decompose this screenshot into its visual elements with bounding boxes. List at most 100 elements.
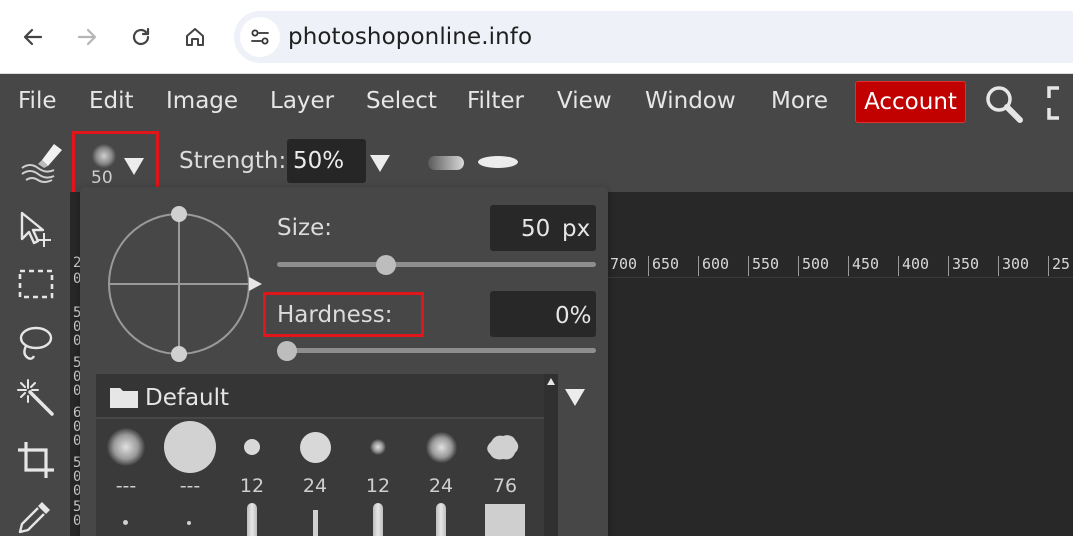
- ruler-tick: [998, 256, 999, 276]
- browser-toolbar: photoshoponline.info: [0, 0, 1073, 74]
- brush-size-preview: 50: [91, 168, 113, 188]
- magic-wand-icon: [17, 379, 54, 416]
- folder-icon: [109, 385, 139, 409]
- ruler-tick: [698, 256, 699, 276]
- back-button[interactable]: [15, 19, 51, 55]
- arrow-left-icon: [23, 28, 43, 46]
- ruler-tick: [898, 256, 899, 276]
- brush-preset-8[interactable]: [187, 521, 191, 525]
- ruler-label: 700: [610, 255, 638, 273]
- ruler-label: 350: [952, 255, 980, 273]
- move-tool[interactable]: [12, 205, 60, 253]
- tune-icon: [251, 29, 269, 45]
- smudge-icon: [21, 144, 62, 183]
- brush-angle-control[interactable]: [106, 206, 266, 362]
- strength-input[interactable]: 50%: [287, 139, 366, 183]
- brush-preset-6[interactable]: [486, 432, 520, 464]
- brush-preset-label: 12: [365, 475, 391, 497]
- home-button[interactable]: [177, 19, 213, 55]
- ruler-label: 550: [752, 255, 780, 273]
- menu-edit[interactable]: Edit: [89, 88, 134, 114]
- eyedropper-icon: [18, 502, 50, 534]
- menu-view[interactable]: View: [557, 88, 612, 114]
- brush-angle-icon: [108, 206, 262, 362]
- home-icon: [186, 28, 204, 46]
- menu-window[interactable]: Window: [645, 88, 736, 114]
- menu-file[interactable]: File: [18, 88, 57, 114]
- brush-preset-label: 24: [302, 475, 328, 497]
- forward-button[interactable]: [69, 19, 105, 55]
- brush-preset-3[interactable]: [300, 432, 331, 463]
- brush-preset-1[interactable]: [164, 421, 216, 473]
- site-info-button[interactable]: [240, 17, 280, 57]
- brush-shape-option-hard[interactable]: [478, 156, 518, 168]
- lasso-tool[interactable]: [12, 318, 60, 366]
- brush-preset-11[interactable]: [373, 503, 383, 536]
- hardness-slider-thumb[interactable]: [277, 341, 297, 361]
- ruler-tick: [648, 256, 649, 276]
- strength-label: Strength:: [179, 148, 287, 174]
- ruler-label: 450: [852, 255, 880, 273]
- brush-preset-4[interactable]: [370, 439, 386, 455]
- menu-image[interactable]: Image: [166, 88, 238, 114]
- menu-layer[interactable]: Layer: [270, 88, 334, 114]
- reload-icon: [132, 27, 150, 46]
- brush-preset-12[interactable]: [436, 503, 446, 536]
- brush-preset-0[interactable]: [107, 428, 145, 466]
- hardness-slider-track[interactable]: [277, 348, 596, 353]
- menu-select[interactable]: Select: [366, 88, 437, 114]
- ruler-tick: [1048, 256, 1049, 276]
- account-button[interactable]: Account: [855, 81, 966, 123]
- fullscreen-button[interactable]: [1047, 86, 1073, 120]
- brush-preset-13[interactable]: [485, 504, 525, 536]
- size-slider-track[interactable]: [277, 262, 596, 267]
- reload-button[interactable]: [123, 19, 159, 55]
- chevron-down-icon: [124, 158, 144, 175]
- ruler-label: 400: [902, 255, 930, 273]
- ruler-tick: [848, 256, 849, 276]
- tool-panel: [0, 192, 70, 536]
- brush-preset-label: 24: [428, 475, 454, 497]
- size-unit: px: [562, 216, 591, 242]
- ruler-label: 25: [1052, 255, 1071, 273]
- marquee-tool[interactable]: [12, 260, 60, 308]
- crop-tool[interactable]: [12, 436, 60, 484]
- smudge-tool-indicator: [18, 138, 64, 184]
- ruler-label: 650: [652, 255, 680, 273]
- lasso-icon: [19, 326, 53, 360]
- search-button[interactable]: [984, 84, 1024, 124]
- move-arrow-icon: [20, 211, 51, 247]
- brush-preset-5[interactable]: [426, 432, 457, 463]
- hardness-value[interactable]: 0%: [555, 303, 592, 329]
- scroll-up-icon[interactable]: [547, 378, 555, 385]
- options-bar: [0, 130, 1073, 192]
- brush-preset-label: ---: [179, 475, 201, 497]
- app-root: photoshoponline.info File Edit Image Lay…: [0, 0, 1073, 536]
- url-text[interactable]: photoshoponline.info: [288, 24, 532, 50]
- preset-menu-dropdown-icon[interactable]: [565, 389, 585, 406]
- brush-preset-10[interactable]: [313, 510, 318, 536]
- eyedropper-tool[interactable]: [12, 492, 60, 536]
- size-label: Size:: [277, 215, 332, 241]
- ruler-label: 500: [802, 255, 830, 273]
- brush-shape-option-soft[interactable]: [428, 156, 464, 170]
- arrow-right-icon: [77, 28, 97, 46]
- size-slider-thumb[interactable]: [375, 255, 396, 275]
- size-value[interactable]: 50: [521, 216, 550, 242]
- menu-filter[interactable]: Filter: [467, 88, 524, 114]
- presets-scrollbar[interactable]: [544, 374, 558, 536]
- strength-dropdown-icon[interactable]: [370, 155, 390, 172]
- ruler-label: 300: [1002, 255, 1030, 273]
- brush-preset-2[interactable]: [244, 439, 260, 455]
- address-bar[interactable]: photoshoponline.info: [234, 11, 1073, 63]
- ruler-tick: [748, 256, 749, 276]
- menu-more[interactable]: More: [771, 88, 828, 114]
- magic-wand-tool[interactable]: [12, 374, 60, 422]
- folder-label: Default: [145, 385, 230, 411]
- ruler-tick: [798, 256, 799, 276]
- brush-preset-label: 12: [239, 475, 265, 497]
- brush-preset-label: 76: [492, 475, 518, 497]
- brush-preset-9[interactable]: [247, 503, 257, 536]
- brush-preset-7[interactable]: [123, 520, 128, 525]
- marquee-icon: [18, 269, 54, 299]
